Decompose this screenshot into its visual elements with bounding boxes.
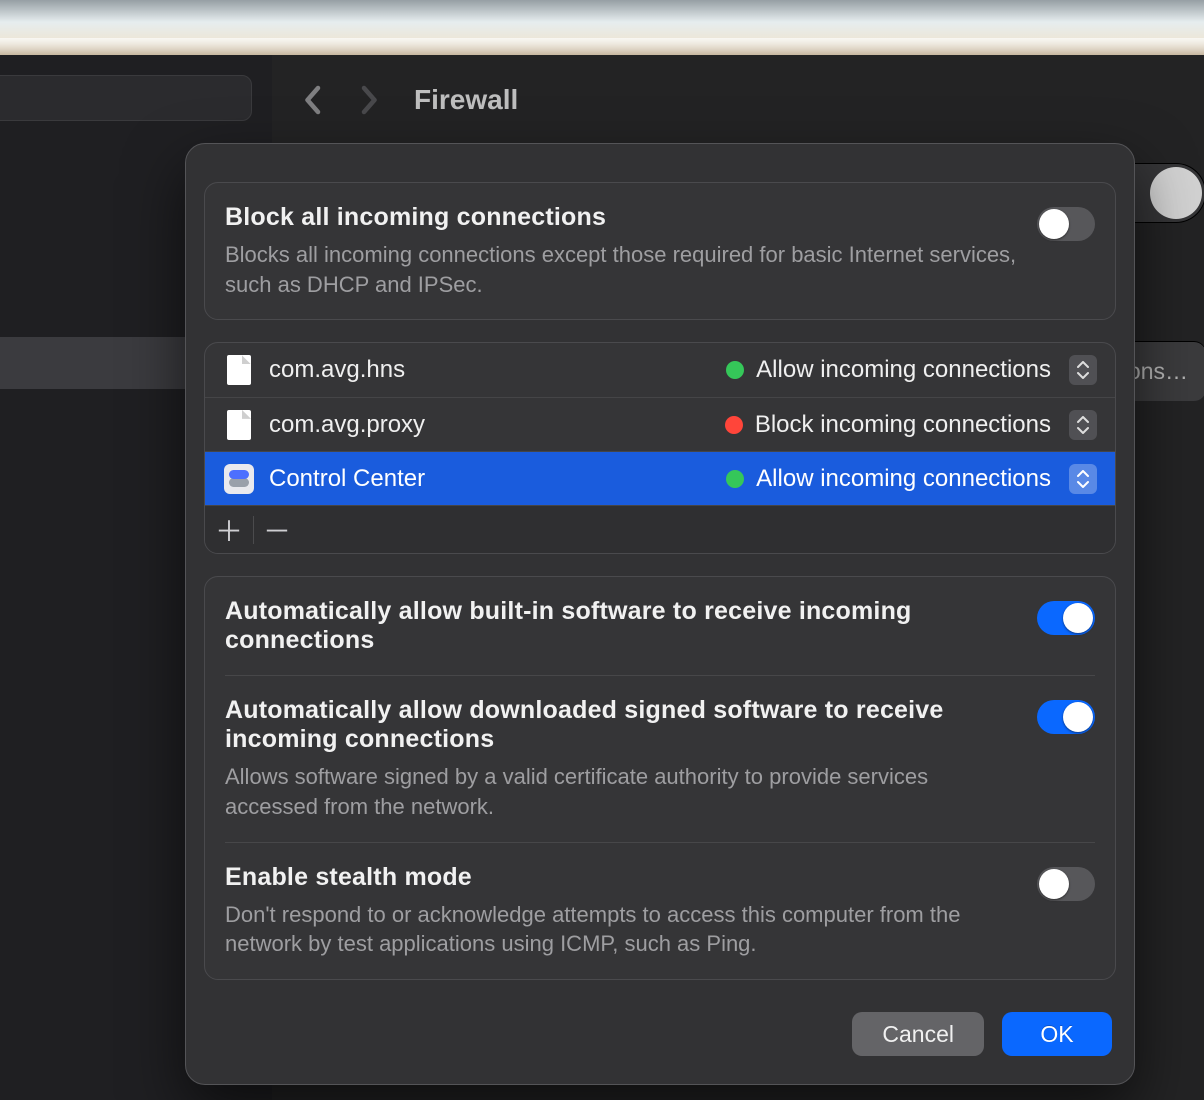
block-all-panel: Block all incoming connections Blocks al… [204,182,1116,320]
status-dot-allow-icon [726,361,744,379]
app-status-label: Allow incoming connections [756,465,1051,493]
cancel-button[interactable]: Cancel [852,1012,984,1056]
dropdown-stepper-icon [1069,355,1097,385]
chevron-left-icon [302,85,322,115]
app-name: Control Center [269,465,712,493]
app-status-label: Block incoming connections [755,411,1051,439]
minus-icon: － [263,510,291,550]
dropdown-stepper-icon [1069,464,1097,494]
app-status-select[interactable]: Allow incoming connections [726,464,1097,494]
app-row[interactable]: com.avg.proxy Block incoming connections [205,397,1115,451]
app-status-select[interactable]: Allow incoming connections [726,355,1097,385]
app-status-select[interactable]: Block incoming connections [725,410,1097,440]
allow-signed-title: Automatically allow downloaded signed so… [225,696,1017,754]
sheet-button-row: Cancel OK [186,1002,1134,1056]
add-app-button[interactable]: ＋ [205,506,253,554]
app-row[interactable]: Control Center Allow incoming connection… [205,451,1115,505]
stealth-toggle[interactable] [1037,867,1095,901]
block-all-title: Block all incoming connections [225,203,1017,232]
app-name: com.avg.hns [269,356,712,384]
allow-builtin-toggle[interactable] [1037,601,1095,635]
block-all-toggle[interactable] [1037,207,1095,241]
apps-footer: ＋ － [205,505,1115,553]
stealth-title: Enable stealth mode [225,863,1017,892]
ok-button[interactable]: OK [1002,1012,1112,1056]
app-name: com.avg.proxy [269,411,711,439]
plus-icon: ＋ [215,510,243,550]
apps-panel: com.avg.hns Allow incoming connections c… [204,342,1116,554]
block-all-desc: Blocks all incoming connections except t… [225,240,1017,299]
search-input[interactable] [0,75,252,121]
status-dot-block-icon [725,416,743,434]
page-title: Firewall [414,84,518,116]
allow-signed-toggle[interactable] [1037,700,1095,734]
control-center-icon [223,463,255,495]
allow-signed-desc: Allows software signed by a valid certif… [225,762,1017,821]
nav-forward-button[interactable] [350,77,390,123]
chevron-right-icon [360,85,380,115]
app-row[interactable]: com.avg.hns Allow incoming connections [205,343,1115,397]
dropdown-stepper-icon [1069,410,1097,440]
status-dot-allow-icon [726,470,744,488]
main-header: Firewall [272,55,1204,145]
remove-app-button[interactable]: － [253,506,301,554]
nav-back-button[interactable] [292,77,332,123]
document-icon [223,354,255,386]
stealth-desc: Don't respond to or acknowledge attempts… [225,900,1017,959]
allow-builtin-title: Automatically allow built-in software to… [225,597,1017,655]
firewall-options-sheet: Block all incoming connections Blocks al… [185,143,1135,1085]
document-icon [223,409,255,441]
advanced-options-panel: Automatically allow built-in software to… [204,576,1116,980]
app-status-label: Allow incoming connections [756,356,1051,384]
